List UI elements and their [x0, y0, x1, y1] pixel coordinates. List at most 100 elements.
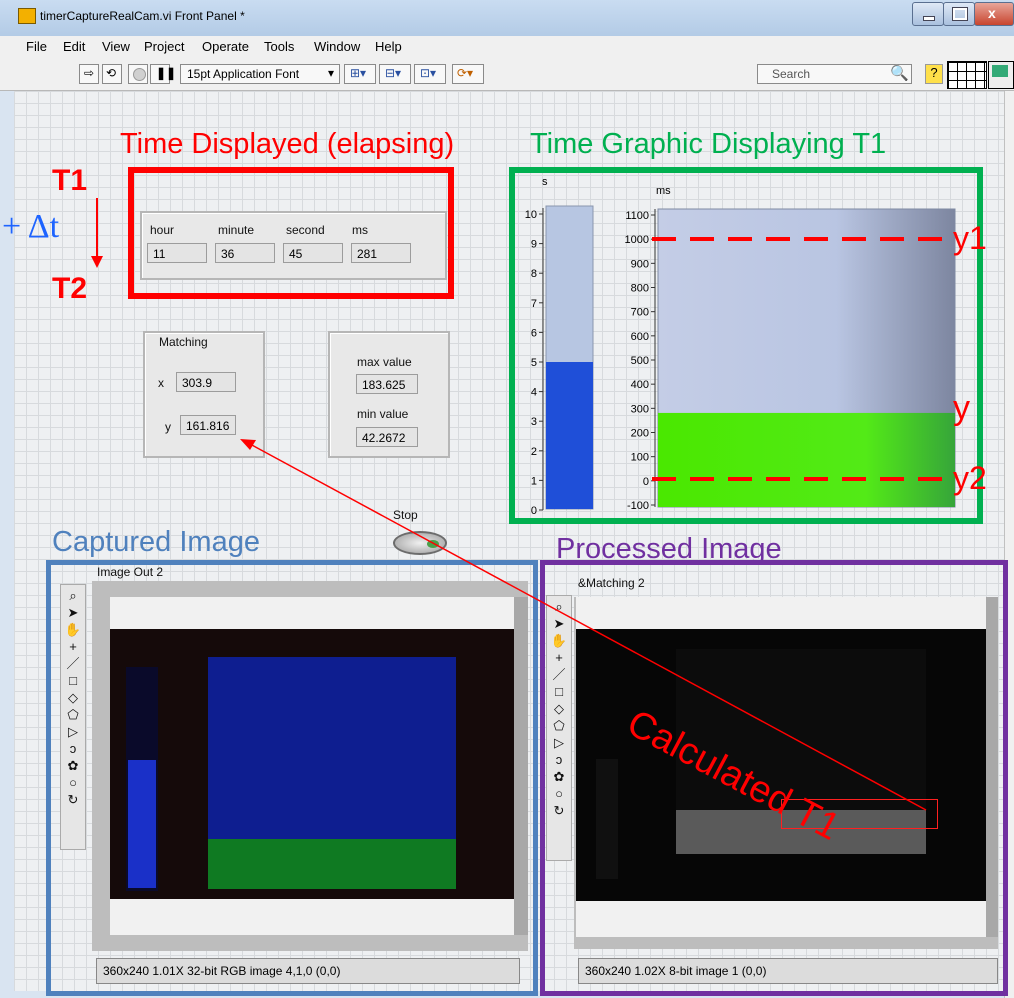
seconds-tick-label: 6 — [531, 327, 537, 339]
menu-bar: File Edit View Project Operate Tools Win… — [0, 36, 1014, 56]
font-dropdown[interactable]: 15pt Application Font ▾ — [180, 64, 340, 84]
ms-label: ms — [352, 223, 368, 237]
second-label: second — [286, 223, 325, 237]
menu-help[interactable]: Help — [375, 39, 402, 54]
y2-annotation: y2 — [953, 460, 987, 496]
search-input[interactable]: Search — [757, 64, 912, 84]
maximize-button[interactable] — [943, 2, 975, 26]
matching-title: Matching — [159, 335, 208, 349]
run-button[interactable]: ⇨ — [79, 64, 99, 84]
vi-icon-graphic — [992, 65, 1008, 77]
window-title: timerCaptureRealCam.vi Front Panel * — [40, 9, 245, 23]
font-dropdown-value: 15pt Application Font — [187, 67, 300, 81]
minute-indicator: 36 — [215, 243, 275, 263]
reorder-icon: ⟳▾ — [457, 66, 474, 80]
freehand-line-tool-icon[interactable]: ↄ — [64, 740, 82, 757]
ms-tick-label: 300 — [631, 403, 649, 415]
annulus-tool-icon[interactable]: ↻ — [64, 791, 82, 808]
captured-image-annotation: Captured Image — [52, 526, 260, 558]
vi-icon — [988, 61, 1014, 89]
seconds-tick-label: 4 — [531, 387, 537, 399]
search-icon[interactable]: 🔍 — [890, 64, 909, 82]
help-icon[interactable]: ? — [925, 64, 943, 84]
close-icon: x — [988, 5, 996, 21]
minimize-button[interactable] — [912, 2, 944, 26]
run-continuously-button[interactable]: ⟲ — [102, 64, 122, 84]
search-placeholder: Search — [772, 67, 811, 81]
captured-seconds-bar-region — [126, 667, 158, 891]
align-icon: ⊞▾ — [350, 66, 367, 80]
seconds-tick-label: 7 — [531, 298, 537, 310]
resize-objects-button[interactable]: ⊡▾ — [414, 64, 446, 84]
image1-tool-palette: ⌕ ➤ ✋ + ／ □ ◇ ⬠ ▷ ↄ ✿ ○ ↻ — [60, 584, 86, 850]
menu-file[interactable]: File — [26, 39, 47, 54]
time-graphic-annotation: Time Graphic Displaying T1 — [530, 128, 887, 160]
seconds-tick-label: 3 — [531, 416, 537, 428]
distribute-icon: ⊟▾ — [385, 66, 402, 80]
seconds-unit-label: s — [542, 176, 548, 188]
matching-x-indicator: 303.9 — [176, 372, 236, 392]
toolbar: ⇨ ⟲ ❚❚ 15pt Application Font ▾ ⊞▾ ⊟▾ ⊡▾ ⟳… — [0, 56, 1014, 91]
y1-annotation: y1 — [953, 220, 987, 256]
pause-icon: ❚❚ — [156, 66, 177, 80]
abort-icon — [133, 68, 146, 81]
pointer-tool-icon[interactable]: ➤ — [64, 604, 82, 621]
polygon-tool-icon[interactable]: ⬠ — [64, 706, 82, 723]
oval-tool-icon[interactable]: ○ — [64, 774, 82, 791]
maximize-icon — [952, 7, 968, 21]
ms-unit-label: ms — [656, 185, 671, 197]
pan-tool-icon[interactable]: ✋ — [64, 621, 82, 638]
point-tool-icon[interactable]: + — [64, 638, 82, 655]
t2-annotation: T2 — [52, 272, 88, 305]
ms-tick-label: 1000 — [625, 234, 649, 246]
run-arrow-icon: ⇨ — [84, 66, 95, 80]
image2-status-bar: 360x240 1.02X 8-bit image 1 (0,0) — [578, 958, 998, 984]
zoom-tool-icon[interactable]: ⌕ — [64, 587, 82, 604]
ms-tick-label: 700 — [631, 307, 649, 319]
menu-window[interactable]: Window — [314, 39, 360, 54]
seconds-tick-label: 9 — [531, 239, 537, 251]
ms-tick-label: 600 — [631, 331, 649, 343]
t1-to-t2-arrow — [91, 198, 103, 268]
max-value-label: max value — [357, 355, 412, 369]
image2-scrollbar[interactable] — [986, 597, 998, 937]
polyline-tool-icon[interactable]: ▷ — [64, 723, 82, 740]
menu-view[interactable]: View — [102, 39, 130, 54]
y-annotation: y — [953, 389, 970, 427]
captured-seconds-bar — [128, 760, 156, 888]
second-indicator: 45 — [283, 243, 343, 263]
minimize-icon — [923, 16, 935, 21]
menu-tools[interactable]: Tools — [264, 39, 294, 54]
matching-y-indicator: 161.816 — [180, 415, 236, 435]
abort-button[interactable] — [128, 64, 148, 84]
freehand-region-tool-icon[interactable]: ✿ — [64, 757, 82, 774]
seconds-tick-label: 5 — [531, 357, 537, 369]
menu-operate[interactable]: Operate — [202, 39, 249, 54]
menu-project[interactable]: Project — [144, 39, 184, 54]
rectangle-tool-icon[interactable]: □ — [64, 672, 82, 689]
delta-t-annotation: + Δt — [2, 208, 60, 245]
captured-ms-green-area — [208, 839, 456, 889]
title-bar: timerCaptureRealCam.vi Front Panel * x — [0, 0, 1014, 36]
pause-button[interactable]: ❚❚ — [150, 64, 176, 84]
ms-tick-label: 400 — [631, 379, 649, 391]
ms-indicator: 281 — [351, 243, 411, 263]
ms-tick-label: 1100 — [625, 210, 649, 222]
line-tool-icon[interactable]: ／ — [64, 655, 82, 672]
ms-tick-label: 500 — [631, 355, 649, 367]
connector-pane-icon — [947, 61, 987, 89]
labview-app-icon — [18, 8, 36, 24]
close-button[interactable]: x — [974, 2, 1014, 26]
calculated-t1-arrow — [240, 439, 927, 811]
run-continuously-icon: ⟲ — [106, 66, 117, 80]
max-value-indicator: 183.625 — [356, 374, 418, 394]
reorder-button[interactable]: ⟳▾ — [452, 64, 484, 84]
time-displayed-annotation: Time Displayed (elapsing) — [120, 128, 455, 160]
menu-edit[interactable]: Edit — [63, 39, 85, 54]
ms-tick-label: 900 — [631, 258, 649, 270]
seconds-tick-label: 8 — [531, 268, 537, 280]
rotated-rectangle-tool-icon[interactable]: ◇ — [64, 689, 82, 706]
align-objects-button[interactable]: ⊞▾ — [344, 64, 376, 84]
distribute-objects-button[interactable]: ⊟▾ — [379, 64, 411, 84]
t1-annotation: T1 — [52, 164, 88, 197]
